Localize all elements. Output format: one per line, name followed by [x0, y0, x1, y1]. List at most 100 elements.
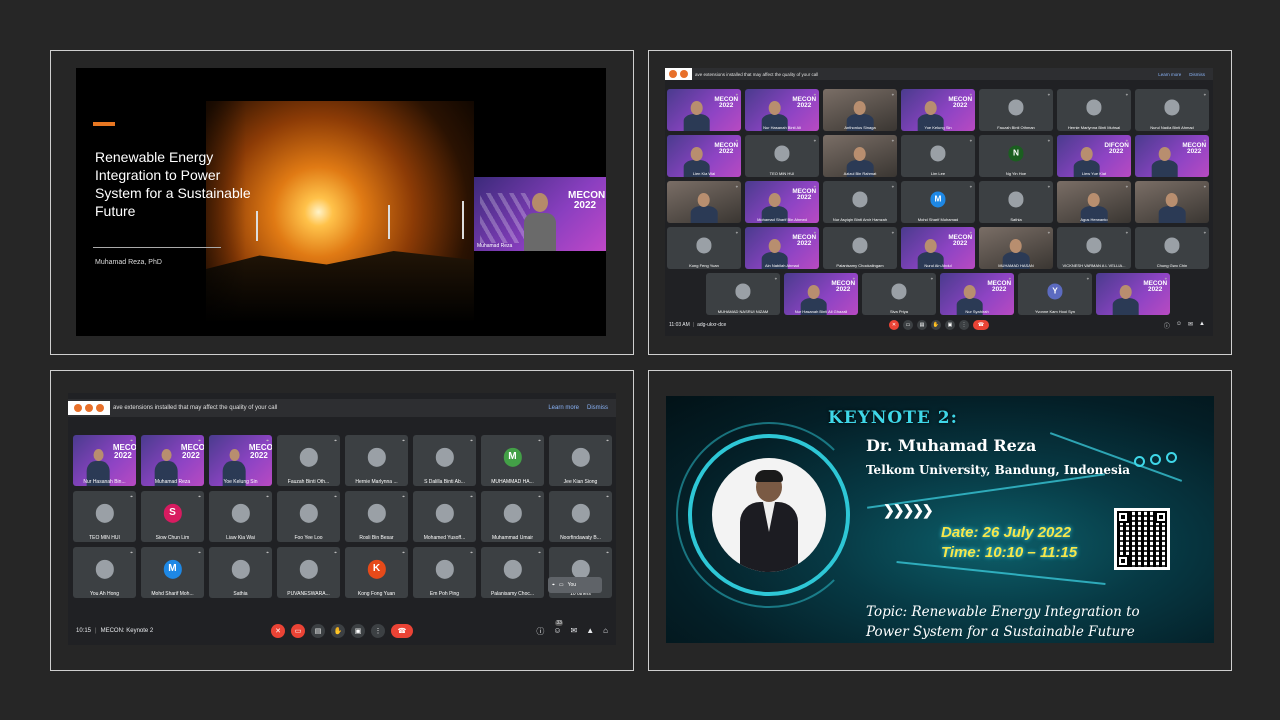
mic-muted-icon: ⌖ — [891, 92, 894, 97]
participant-tile[interactable]: ⌖ VICKNESH VARMAN A L VELLIA... — [1057, 227, 1131, 269]
participant-tile[interactable]: MECON 2022 ⌖ Ain Nabilah Ahmad — [745, 227, 819, 269]
brand-logo: MECON 2022 — [987, 279, 1012, 293]
participant-video — [1158, 192, 1186, 223]
end-call-icon[interactable]: ☎ — [973, 320, 989, 330]
dismiss-button[interactable]: Dismiss — [1189, 72, 1205, 77]
more-icon[interactable]: ⋮ — [959, 320, 969, 330]
participant-tile[interactable]: ⌖ Palanisamy Chockalingam — [823, 227, 897, 269]
participant-tile[interactable]: ⌖ — [1135, 181, 1209, 223]
participant-tile[interactable]: ⌖ Hernie Marlynna ... — [345, 435, 408, 486]
participant-tile[interactable]: ⌖ Jee Kian Siong — [549, 435, 612, 486]
participant-tile[interactable]: ⌖ Nur Asyiqin Binti Amir Hamzah — [823, 181, 897, 223]
participant-tile[interactable]: MECON 2022⌖ Yoe Kelung Sin — [901, 89, 975, 131]
raise-hand-icon[interactable]: ✋ — [331, 624, 345, 638]
mic-muted-icon: ⌖ — [852, 276, 855, 281]
participant-tile[interactable]: ⌖ MUHAMAD HASAN — [979, 227, 1053, 269]
brand-logo: MECON 2022 — [714, 95, 739, 109]
participant-tile[interactable]: ⌖ Hernie Marlynna Binti Muhsal — [1057, 89, 1131, 131]
present-icon[interactable]: ▣ — [351, 624, 365, 638]
participant-tile[interactable]: ⌖ TEO MIN HUI — [73, 491, 136, 542]
participant-tile[interactable]: ⌖ You Ah Hong — [73, 547, 136, 598]
participant-tile[interactable]: ⌖ Sathia — [979, 181, 1053, 223]
captions-icon[interactable]: ▤ — [917, 320, 927, 330]
participant-tile[interactable]: M ⌖ Mohd Sharif Muhamad — [901, 181, 975, 223]
participant-tile[interactable]: ⌖ Chung Gwo Chin — [1135, 227, 1209, 269]
raise-hand-icon[interactable]: ✋ — [931, 320, 941, 330]
participant-tile[interactable]: ⌖ Azizul Bin Rahmat — [823, 135, 897, 177]
more-icon[interactable]: ⋮ — [371, 624, 385, 638]
mic-off-icon[interactable]: ✕ — [889, 320, 899, 330]
captions-icon[interactable]: ▤ — [311, 624, 325, 638]
participant-tile[interactable]: ⌖ PUVANESWARA... — [277, 547, 340, 598]
participant-tile[interactable]: MECON 2022⌖ Muhamad Reza — [141, 435, 204, 486]
participant-tile[interactable]: ⌖ Fauzah Binti Oth... — [277, 435, 340, 486]
participant-tile[interactable]: ⌖ Palanisamy Choc... — [481, 547, 544, 598]
participant-tile[interactable]: ⌖ Muhammad Umair — [481, 491, 544, 542]
participant-tile[interactable]: ⌖ Sathia — [209, 547, 272, 598]
participant-tile[interactable]: MECON 2022 ⌖ — [1096, 273, 1170, 315]
participant-tile[interactable]: M ⌖ MUHAMMAD HA... — [481, 435, 544, 486]
participant-tile[interactable]: ⌖ Fauzah Binti Othman — [979, 89, 1053, 131]
participant-tile[interactable]: N ⌖ Ng Yin Hoe — [979, 135, 1053, 177]
participant-name: MUHAMAD HASAN — [998, 263, 1034, 268]
participant-tile[interactable]: ⌖ Agus Herwanto — [1057, 181, 1131, 223]
participant-tile[interactable]: ⌖ Em Poh Ping — [413, 547, 476, 598]
participant-tile[interactable]: MECON 2022⌖ Yoe Kelung Sin — [209, 435, 272, 486]
activities-icon[interactable]: ▲ — [1199, 321, 1205, 330]
participant-tile[interactable]: ⌖ S Dalilla Binti Ab... — [413, 435, 476, 486]
mic-muted-icon: ⌖ — [606, 494, 609, 500]
participant-tile[interactable]: S ⌖ Siow Chun Lim — [141, 491, 204, 542]
participant-tile[interactable]: ⌖ Foo Yee Loo — [277, 491, 340, 542]
participant-tile[interactable]: K ⌖ Kong Fong Yuan — [345, 547, 408, 598]
dismiss-button[interactable]: Dismiss — [587, 405, 608, 411]
participant-tile[interactable]: MECON 2022 ⌖ — [1135, 135, 1209, 177]
self-view[interactable]: ⌖ ▭ You — [548, 577, 602, 593]
participant-tile[interactable]: MECON 2022 ⌖ Nurul Ain Abdul — [901, 227, 975, 269]
participant-tile[interactable]: ⌖ Siva Priya — [862, 273, 936, 315]
speaker-video-tile[interactable]: MECON 2022 Muhamad Reza — [474, 177, 606, 251]
participant-tile[interactable]: ⌖ Nurul Nadia Binti Ahmad — [1135, 89, 1209, 131]
participant-tile[interactable]: MECON 2022⌖ Nur Hasanah Bin... — [73, 435, 136, 486]
chat-icon[interactable]: ✉ — [571, 626, 578, 637]
brand-logo: MECON 2022 — [180, 443, 204, 461]
participant-tile[interactable]: MECON 2022 ⌖ — [667, 89, 741, 131]
participant-tile[interactable]: ⌖ Mohamed Yusoff... — [413, 491, 476, 542]
present-icon[interactable]: ▣ — [945, 320, 955, 330]
participant-tile[interactable]: MECON 2022 ⌖ Nur Syahirah — [940, 273, 1014, 315]
mic-muted-icon: ⌖ — [538, 438, 541, 444]
mic-icon[interactable]: ⌖ — [552, 582, 555, 588]
info-icon[interactable]: ⓘ — [536, 626, 544, 637]
people-icon[interactable]: ☺ 33 — [553, 619, 563, 637]
participant-tile[interactable]: ⌖ MUHAMAD NASRUI NIZAM — [706, 273, 780, 315]
participant-tile[interactable]: DIFCON 2022 ⌖ Liew Yue Kiat — [1057, 135, 1131, 177]
participant-tile[interactable]: ⌖ Kong Feng Yuan — [667, 227, 741, 269]
participant-avatar — [435, 504, 454, 523]
info-icon[interactable]: ⓘ — [1164, 321, 1170, 330]
participant-tile[interactable]: Y ⌖ Yvonne Kam Hooi Syn — [1018, 273, 1092, 315]
participant-tile[interactable]: MECON 2022 ⌖ Lien Kia Wai — [667, 135, 741, 177]
chat-icon[interactable]: ✉ — [1188, 321, 1193, 330]
learn-more-link[interactable]: Learn more — [1158, 72, 1181, 77]
participant-tile[interactable]: ⌖ Noorfindawaty B... — [549, 491, 612, 542]
participant-tile[interactable]: M ⌖ Mohd Sharif Moh... — [141, 547, 204, 598]
lock-icon[interactable]: ⌂ — [603, 626, 608, 637]
camera-off-icon[interactable]: ▭ — [291, 624, 305, 638]
learn-more-link[interactable]: Learn more — [548, 405, 579, 411]
participant-tile[interactable]: MECON 2022 ⌖ Nur Hasanah Binti Ali — [745, 89, 819, 131]
participant-tile[interactable]: ⌖ Rosli Bin Besar — [345, 491, 408, 542]
participant-tile[interactable]: ⌖ TEO MIN HUI — [745, 135, 819, 177]
mic-off-icon[interactable]: ✕ — [271, 624, 285, 638]
participant-tile[interactable]: MECON 2022 ⌖ Nur Hasanah Binti Ali Ghazali — [784, 273, 858, 315]
participant-tile[interactable]: ⌖ — [667, 181, 741, 223]
participant-tile[interactable]: ⌖ Liaw Kia Wai — [209, 491, 272, 542]
qr-code[interactable] — [1114, 508, 1170, 570]
camera-icon[interactable]: ▭ — [903, 320, 913, 330]
warning-text: ave extensions installed that may affect… — [695, 71, 819, 77]
participant-tile[interactable]: ⌖ Anthonius Sinaga — [823, 89, 897, 131]
end-call-icon[interactable]: ☎ — [391, 624, 413, 638]
camera-icon[interactable]: ▭ — [559, 582, 564, 588]
participant-tile[interactable]: ⌖ Lim Lee — [901, 135, 975, 177]
people-icon[interactable]: ☺ — [1176, 321, 1182, 330]
participant-tile[interactable]: MECON 2022 ⌖ Mohamad Sharif Bin Ahmed — [745, 181, 819, 223]
activities-icon[interactable]: ▲ — [586, 626, 594, 637]
